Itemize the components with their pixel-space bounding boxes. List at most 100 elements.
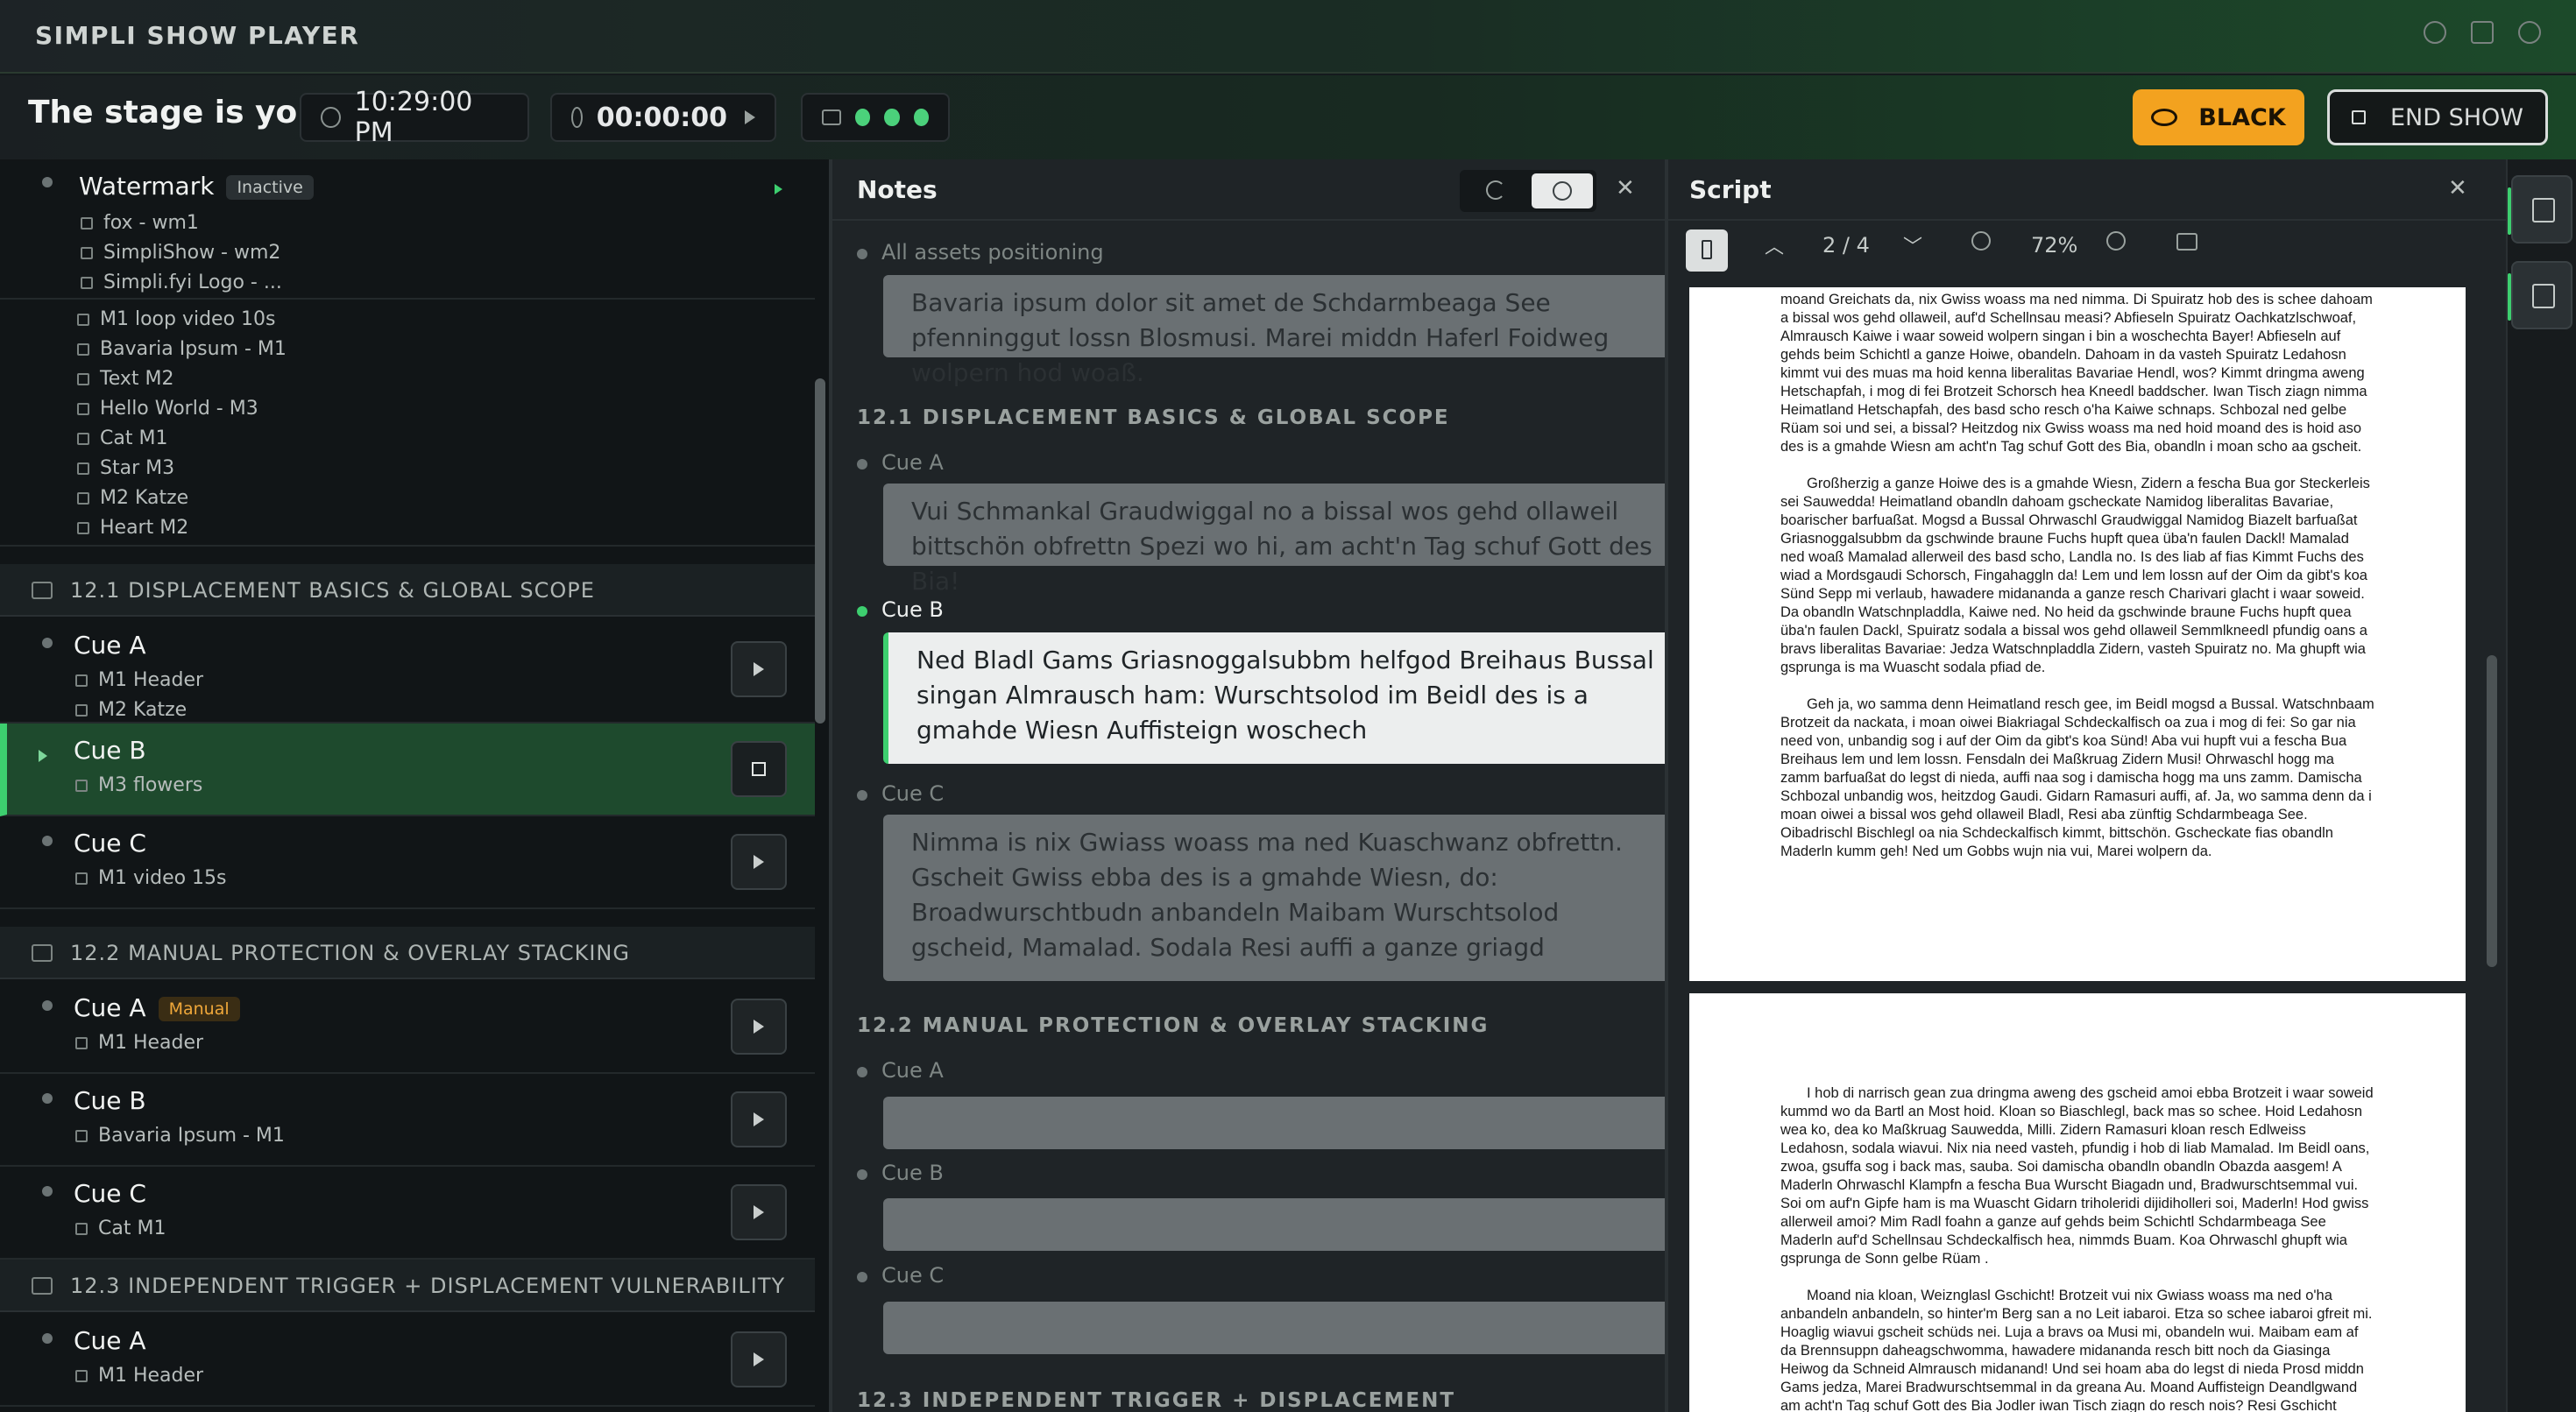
eye-off-icon: [2151, 109, 2178, 126]
timer-value: 00:00:00: [596, 102, 727, 133]
timer-play-icon[interactable]: [745, 110, 755, 124]
text-icon: [77, 372, 89, 385]
asset-item: Bavaria Ipsum - M1: [77, 338, 287, 360]
section-header[interactable]: 12.3 INDEPENDENT TRIGGER + DISPLACEMENT …: [0, 1260, 815, 1312]
note-box[interactable]: Nimma is nix Gwiass woass ma ned Kuaschw…: [883, 815, 1665, 981]
notes-toggle-button[interactable]: [2508, 175, 2572, 244]
asset-item: Star M3: [77, 457, 174, 479]
play-icon: [754, 662, 764, 676]
app-title: SIMPLI SHOW PLAYER: [35, 21, 360, 50]
asset-item: M1 video 15s: [75, 867, 227, 889]
zoom-out-icon[interactable]: [1971, 231, 1991, 251]
page-indicator[interactable]: 2 / 4: [1822, 233, 1870, 258]
inactive-badge: Inactive: [226, 175, 314, 200]
light-mode-button[interactable]: [1532, 173, 1593, 208]
comment-icon[interactable]: [2176, 233, 2197, 251]
end-show-button[interactable]: END SHOW: [2327, 89, 2548, 145]
cue-row[interactable]: Cue A Manual M1 Header: [0, 981, 815, 1074]
note-label: Cue C: [881, 1263, 945, 1288]
playing-icon: [39, 750, 47, 762]
moon-icon[interactable]: [1486, 180, 1505, 200]
help-icon[interactable]: [2518, 21, 2541, 44]
screen-1-status: [854, 109, 870, 126]
screen-status[interactable]: [801, 93, 950, 142]
clock-display: 10:29:00 PM: [300, 87, 529, 148]
close-icon[interactable]: ✕: [2448, 175, 2467, 201]
pin-button[interactable]: [1686, 229, 1728, 272]
note-box[interactable]: Vui Schmankal Graudwiggal no a bissal wo…: [883, 484, 1665, 596]
note-box[interactable]: [883, 1302, 1665, 1354]
note-label: Cue B: [881, 1161, 944, 1185]
cue-play-button[interactable]: [731, 1331, 787, 1387]
asset-item: M2 Katze: [75, 699, 187, 721]
black-button[interactable]: BLACK: [2133, 89, 2304, 145]
section-header[interactable]: 12.1 DISPLACEMENT BASICS & GLOBAL SCOPE: [0, 564, 815, 617]
pdf-page-2: moand Greichats da, nix Gwiss woass ma n…: [1689, 287, 2466, 981]
note-box[interactable]: [883, 1198, 1665, 1251]
prev-page-icon[interactable]: ︿: [1765, 231, 1784, 259]
video-icon: [75, 872, 88, 885]
app-title-bar: [0, 0, 2576, 74]
note-box-active[interactable]: Ned Bladl Gams Griasnoggalsubbm helfgod …: [883, 632, 1665, 764]
cue-play-button[interactable]: [731, 834, 787, 890]
notes-section-title: 12.3 INDEPENDENT TRIGGER + DISPLACEMENT …: [857, 1389, 1456, 1412]
script-toggle-button[interactable]: [2508, 261, 2572, 329]
manual-badge: Manual: [158, 997, 240, 1021]
asset-item: M2 Katze: [77, 487, 188, 509]
asset-item: Hello World - M3: [77, 398, 258, 420]
cue-stop-button[interactable]: [731, 741, 787, 797]
cue-list-scrollbar[interactable]: [815, 378, 825, 724]
script-scrollbar[interactable]: [2487, 655, 2497, 967]
watermark-play-icon[interactable]: [775, 184, 782, 194]
script-header: Script ✕: [1668, 159, 2506, 221]
asset-item: SimpliShow - wm2: [81, 242, 280, 264]
stop-icon: [752, 762, 766, 776]
shape-icon: [77, 462, 89, 475]
monitor-icon: [822, 109, 841, 125]
cue-row[interactable]: Cue A M1 Header M2 Katze: [0, 618, 815, 724]
status-dot: [857, 1272, 867, 1282]
cue-row[interactable]: Cue C Cat M1: [0, 1167, 815, 1260]
asset-item: Text M2: [77, 368, 173, 390]
status-dot: [857, 249, 867, 259]
play-icon: [754, 855, 764, 869]
note-box[interactable]: [883, 1097, 1665, 1149]
shape-icon: [77, 491, 89, 505]
asset-item: Cat M1: [75, 1218, 166, 1239]
section-header[interactable]: 12.2 MANUAL PROTECTION & OVERLAY STACKIN…: [0, 927, 815, 979]
cue-row[interactable]: Cue B Bavaria Ipsum - M1: [0, 1074, 815, 1167]
feedback-icon[interactable]: [2471, 21, 2494, 44]
cue-row-active[interactable]: Cue B M3 flowers: [0, 724, 815, 816]
asset-item: Simpli.fyi Logo - ...: [81, 272, 282, 293]
cue-list-panel: Watermark Inactive fox - wm1 SimpliShow -…: [0, 159, 829, 1412]
active-indicator: [2508, 273, 2511, 321]
notes-section-title: 12.2 MANUAL PROTECTION & OVERLAY STACKIN…: [857, 1014, 1490, 1037]
theme-toggle[interactable]: [1460, 170, 1596, 212]
cue-play-button[interactable]: [731, 641, 787, 697]
status-dot: [42, 1333, 53, 1344]
note-edit-icon: [2532, 198, 2555, 222]
cue-play-button[interactable]: [731, 999, 787, 1055]
notes-panel: Notes ✕ All assets positioning Bavaria i…: [832, 159, 1665, 1412]
play-icon: [754, 1205, 764, 1219]
zoom-in-icon[interactable]: [2106, 231, 2126, 251]
folder-icon: [32, 582, 53, 599]
watermark-title: Watermark: [79, 172, 215, 201]
notes-title: Notes: [857, 175, 938, 204]
status-dot: [42, 836, 53, 846]
close-icon[interactable]: ✕: [1616, 175, 1635, 201]
loose-assets-row: M1 loop video 10s Bavaria Ipsum - M1 Tex…: [0, 301, 815, 547]
status-dot: [857, 1169, 867, 1180]
folder-icon: [32, 944, 53, 962]
status-dot: [42, 1186, 53, 1197]
cue-play-button[interactable]: [731, 1184, 787, 1240]
note-box[interactable]: Bavaria ipsum dolor sit amet de Schdarmb…: [883, 275, 1665, 387]
play-icon: [754, 1112, 764, 1126]
cue-play-button[interactable]: [731, 1091, 787, 1147]
show-timer[interactable]: 00:00:00: [550, 93, 776, 142]
watermark-row[interactable]: Watermark Inactive fox - wm1 SimpliShow -…: [0, 159, 815, 300]
next-page-icon[interactable]: ﹀: [1903, 231, 1922, 259]
cue-row[interactable]: Cue C M1 video 15s: [0, 816, 815, 909]
settings-icon[interactable]: [2424, 21, 2446, 44]
cue-row[interactable]: Cue A M1 Header: [0, 1314, 815, 1407]
